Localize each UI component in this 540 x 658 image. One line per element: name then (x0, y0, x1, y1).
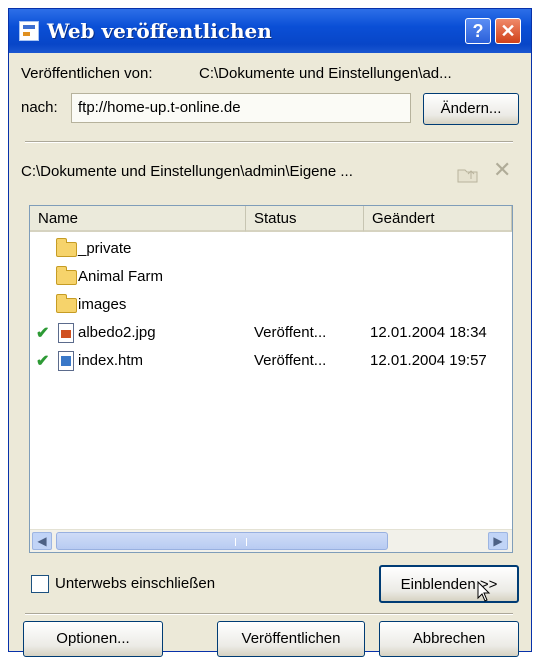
include-subwebs-label: Unterwebs einschließen (55, 575, 216, 592)
file-name: _private (78, 240, 132, 257)
change-destination-button[interactable]: Ändern... (423, 93, 519, 125)
up-folder-icon[interactable] (457, 165, 479, 183)
file-row[interactable]: ✔ albedo2.jpg Veröffent... 12.01.2004 18… (30, 320, 512, 348)
scroll-right-icon[interactable]: ▶ (488, 532, 508, 550)
publish-web-dialog: Web veröffentlichen ? ✕ Veröffentlichen … (8, 8, 532, 657)
file-name: index.htm (78, 352, 144, 369)
folder-path: C:\Dokumente und Einstellungen\admin\Eig… (21, 163, 353, 180)
scroll-thumb[interactable] (56, 532, 388, 550)
published-check-icon: ✔ (36, 353, 50, 370)
published-check-icon: ✔ (36, 325, 50, 342)
separator (25, 141, 513, 143)
delete-icon[interactable]: ✕ (493, 157, 511, 183)
file-list[interactable]: Name Status Geändert _private Animal Far… (29, 205, 513, 553)
file-row[interactable]: Animal Farm (30, 264, 512, 292)
include-subwebs-checkbox[interactable] (31, 575, 49, 593)
show-details-button[interactable]: Einblenden >> (379, 565, 519, 603)
publish-from-label: Veröffentlichen von: (21, 65, 153, 82)
column-header-name[interactable]: Name (30, 206, 246, 232)
file-row[interactable]: images (30, 292, 512, 320)
options-button[interactable]: Optionen... (23, 621, 163, 657)
horizontal-scrollbar[interactable]: ◀ ▶ (30, 529, 512, 552)
image-file-icon (58, 323, 74, 343)
app-icon (19, 21, 39, 41)
cancel-button[interactable]: Abbrechen (379, 621, 519, 657)
folder-icon (56, 266, 77, 285)
file-name: albedo2.jpg (78, 324, 156, 341)
column-header-status[interactable]: Status (246, 206, 364, 232)
help-button[interactable]: ? (465, 18, 491, 44)
file-row[interactable]: ✔ index.htm Veröffent... 12.01.2004 19:5… (30, 348, 512, 376)
file-modified: 12.01.2004 18:34 (370, 324, 487, 341)
close-button[interactable]: ✕ (495, 18, 521, 44)
publish-from-path: C:\Dokumente und Einstellungen\ad... (199, 65, 452, 82)
scroll-grip (235, 538, 247, 546)
file-name: Animal Farm (78, 268, 164, 285)
file-status: Veröffent... (254, 324, 327, 341)
file-name: images (78, 296, 127, 313)
destination-field[interactable]: ftp://home-up.t-online.de (71, 93, 411, 123)
file-status: Veröffent... (254, 352, 327, 369)
separator (25, 613, 513, 615)
file-row[interactable]: _private (30, 236, 512, 264)
column-header-modified[interactable]: Geändert (364, 206, 512, 232)
publish-to-label: nach: (21, 99, 58, 116)
html-file-icon (58, 351, 74, 371)
folder-icon (56, 294, 77, 313)
mouse-cursor-icon (477, 581, 491, 602)
title-bar[interactable]: Web veröffentlichen ? ✕ (9, 9, 531, 53)
publish-button[interactable]: Veröffentlichen (217, 621, 365, 657)
window-title: Web veröffentlichen (47, 19, 272, 43)
scroll-left-icon[interactable]: ◀ (32, 532, 52, 550)
file-modified: 12.01.2004 19:57 (370, 352, 487, 369)
folder-icon (56, 238, 77, 257)
